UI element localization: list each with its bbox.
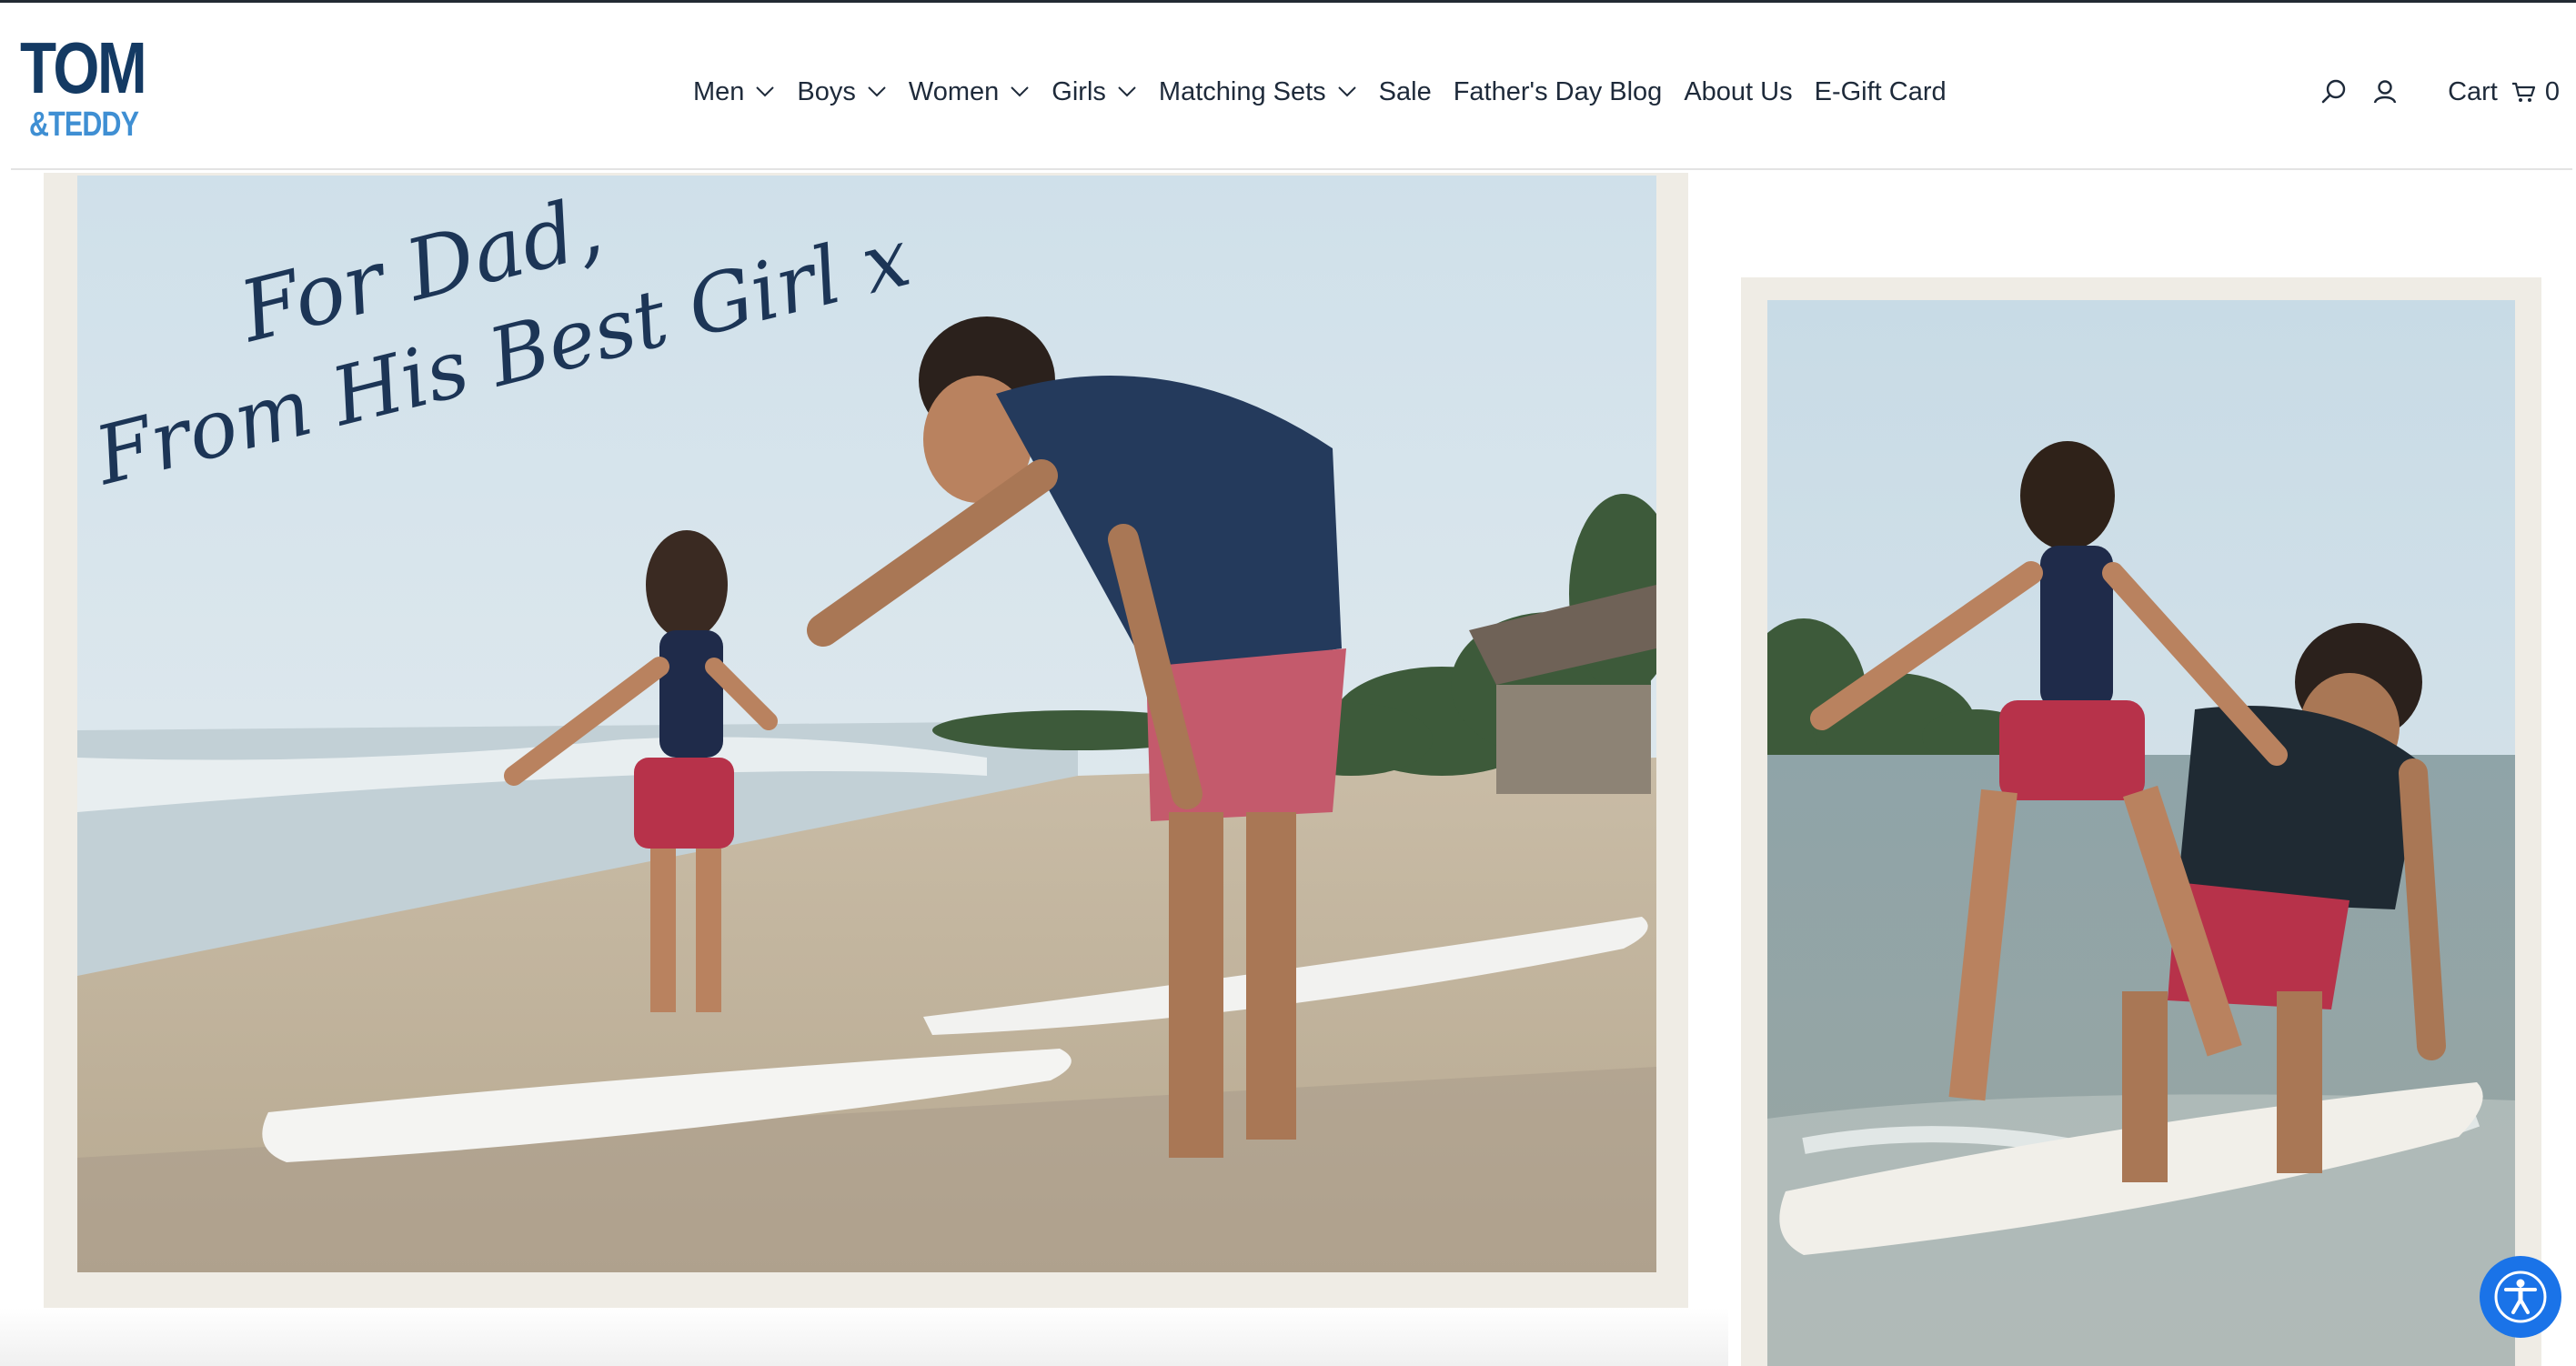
nav-item-fathers-day-blog[interactable]: Father's Day Blog bbox=[1454, 77, 1663, 107]
nav-item-label: About Us bbox=[1684, 76, 1793, 106]
search-icon[interactable] bbox=[2319, 76, 2350, 107]
chevron-down-icon bbox=[868, 86, 886, 97]
site-header: TOM &TEDDY Men Boys Women Girls Matching… bbox=[0, 3, 2576, 169]
cart-icon bbox=[2511, 82, 2535, 102]
nav-item-about-us[interactable]: About Us bbox=[1684, 77, 1792, 107]
nav-item-boys[interactable]: Boys bbox=[797, 77, 886, 107]
chevron-down-icon bbox=[756, 86, 775, 97]
section-bottom-fade bbox=[0, 1308, 1728, 1366]
nav-item-label: Boys bbox=[797, 76, 856, 106]
nav-item-label: Father's Day Blog bbox=[1453, 76, 1663, 106]
nav-item-e-gift-card[interactable]: E-Gift Card bbox=[1815, 77, 1947, 107]
nav-item-label: Men bbox=[693, 76, 745, 106]
hero-photo-surfing[interactable] bbox=[1767, 300, 2515, 1366]
cart-label: Cart bbox=[2448, 76, 2498, 106]
nav-item-label: Women bbox=[908, 76, 1000, 106]
nav-item-matching-sets[interactable]: Matching Sets bbox=[1159, 77, 1357, 107]
accessibility-button[interactable] bbox=[2480, 1256, 2561, 1338]
brand-logo[interactable]: TOM &TEDDY bbox=[20, 32, 147, 145]
chevron-down-icon bbox=[1118, 86, 1136, 97]
chevron-down-icon bbox=[1011, 86, 1030, 97]
nav-item-men[interactable]: Men bbox=[693, 77, 775, 107]
hero-photo-dad-daughter-beach[interactable] bbox=[77, 176, 1656, 1272]
header-utilities: Cart 0 bbox=[2319, 66, 2560, 117]
surf-scene-illustration bbox=[1767, 300, 2515, 1366]
cart-button[interactable]: Cart 0 bbox=[2448, 77, 2560, 107]
nav-item-label: E-Gift Card bbox=[1814, 76, 1947, 106]
nav-item-girls[interactable]: Girls bbox=[1052, 77, 1137, 107]
logo-wordmark-bottom: &TEDDY bbox=[29, 105, 139, 144]
accessibility-icon bbox=[2494, 1271, 2547, 1323]
nav-item-label: Girls bbox=[1052, 76, 1106, 106]
chevron-down-icon bbox=[1337, 86, 1356, 97]
beach-scene-illustration bbox=[77, 176, 1656, 1272]
header-divider bbox=[11, 168, 2572, 170]
nav-item-label: Matching Sets bbox=[1158, 76, 1326, 106]
nav-item-women[interactable]: Women bbox=[909, 77, 1030, 107]
nav-item-sale[interactable]: Sale bbox=[1379, 77, 1432, 107]
nav-item-label: Sale bbox=[1378, 76, 1432, 106]
main-navigation: Men Boys Women Girls Matching Sets Sale … bbox=[693, 66, 1968, 117]
cart-count: 0 bbox=[2544, 76, 2560, 106]
account-icon[interactable] bbox=[2370, 76, 2400, 107]
logo-wordmark-top: TOM bbox=[20, 27, 147, 108]
